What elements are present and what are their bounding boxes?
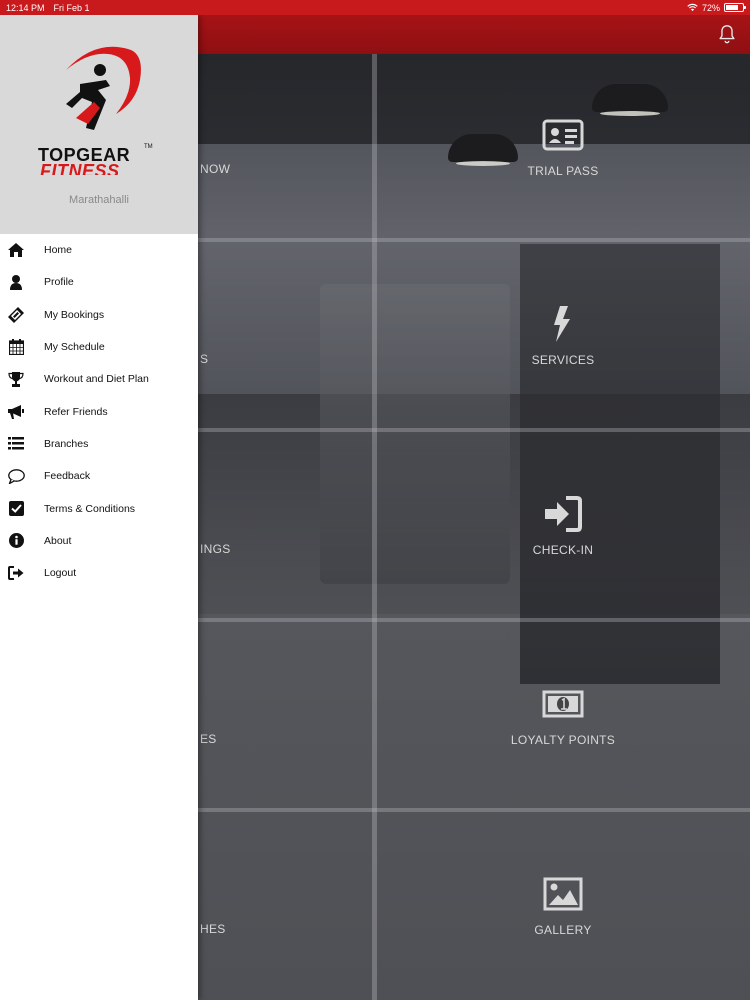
menu-label: Logout — [44, 567, 77, 580]
tile-check-in[interactable]: CHECK-IN — [378, 432, 748, 618]
menu-item-logout[interactable]: Logout — [0, 557, 198, 589]
tile-label: GALLERY — [534, 923, 592, 937]
menu-item-refer-friends[interactable]: Refer Friends — [0, 395, 198, 427]
menu-label: Refer Friends — [44, 405, 108, 418]
menu-label: Workout and Diet Plan — [44, 373, 149, 386]
menu-label: Feedback — [44, 470, 91, 483]
menu-label: Branches — [44, 437, 89, 450]
tile-label: HES — [200, 922, 226, 936]
menu-item-my-bookings[interactable]: My Bookings — [0, 299, 198, 331]
status-bar: 12:14 PM Fri Feb 1 72% — [0, 0, 750, 15]
grid-divider — [372, 54, 377, 1000]
tile-label: ES — [200, 732, 217, 746]
menu-label: Terms & Conditions — [44, 502, 136, 515]
logo-line2: FITNESS — [40, 161, 120, 175]
money-icon — [542, 690, 584, 718]
drawer-header: TOPGEAR TM FITNESS Marathahalli — [0, 15, 198, 234]
tile-loyalty-points[interactable]: LOYALTY POINTS — [378, 622, 748, 808]
calendar-icon — [7, 338, 25, 356]
user-icon — [7, 273, 25, 291]
menu-label: My Schedule — [44, 341, 105, 354]
image-icon — [543, 877, 583, 911]
bell-icon[interactable] — [716, 23, 738, 45]
ticket-icon — [7, 306, 25, 324]
sign-in-icon — [545, 496, 582, 532]
tile-label: SERVICES — [531, 353, 595, 367]
id-card-icon — [542, 119, 584, 151]
tile-label: S — [200, 352, 209, 366]
logout-icon — [7, 564, 25, 582]
trophy-icon — [7, 370, 25, 388]
tile-services[interactable]: SERVICES — [378, 242, 748, 428]
menu-label: Home — [44, 244, 73, 257]
list-icon — [7, 435, 25, 453]
tile-gallery[interactable]: GALLERY — [378, 812, 748, 998]
tile-label: TRIAL PASS — [527, 164, 599, 178]
info-icon — [7, 532, 25, 550]
menu-item-my-schedule[interactable]: My Schedule — [0, 331, 198, 363]
battery-icon — [724, 3, 746, 12]
menu-item-profile[interactable]: Profile — [0, 266, 198, 298]
checkbox-icon — [7, 500, 25, 518]
megaphone-icon — [7, 403, 25, 421]
menu-item-feedback[interactable]: Feedback — [0, 460, 198, 492]
home-icon — [7, 241, 25, 259]
battery-percent: 72% — [701, 2, 720, 13]
drawer-menu: Home Profile My Bookings My Schedule Wor… — [0, 234, 198, 589]
menu-item-home[interactable]: Home — [0, 234, 198, 266]
menu-item-about[interactable]: About — [0, 525, 198, 557]
brand-logo: TOPGEAR TM FITNESS — [38, 46, 153, 175]
lightning-icon — [554, 306, 570, 342]
logo-tm: TM — [144, 144, 153, 150]
tile-label: INGS — [200, 542, 231, 556]
menu-label: About — [44, 534, 72, 547]
menu-item-terms[interactable]: Terms & Conditions — [0, 492, 198, 524]
status-date: Fri Feb 1 — [53, 2, 90, 13]
menu-label: My Bookings — [44, 308, 105, 321]
tile-label: CHECK-IN — [532, 543, 594, 557]
tile-label: LOYALTY POINTS — [510, 733, 616, 747]
chat-icon — [7, 467, 25, 485]
menu-label: Profile — [44, 276, 74, 289]
navigation-drawer: TOPGEAR TM FITNESS Marathahalli Home Pro… — [0, 15, 198, 1000]
status-time: 12:14 PM — [6, 2, 45, 13]
tile-label: NOW — [200, 162, 231, 176]
branch-name: Marathahalli — [69, 194, 129, 206]
tile-trial-pass[interactable]: TRIAL PASS — [378, 54, 748, 238]
wifi-icon — [687, 3, 698, 12]
menu-item-workout-diet[interactable]: Workout and Diet Plan — [0, 363, 198, 395]
menu-item-branches[interactable]: Branches — [0, 428, 198, 460]
